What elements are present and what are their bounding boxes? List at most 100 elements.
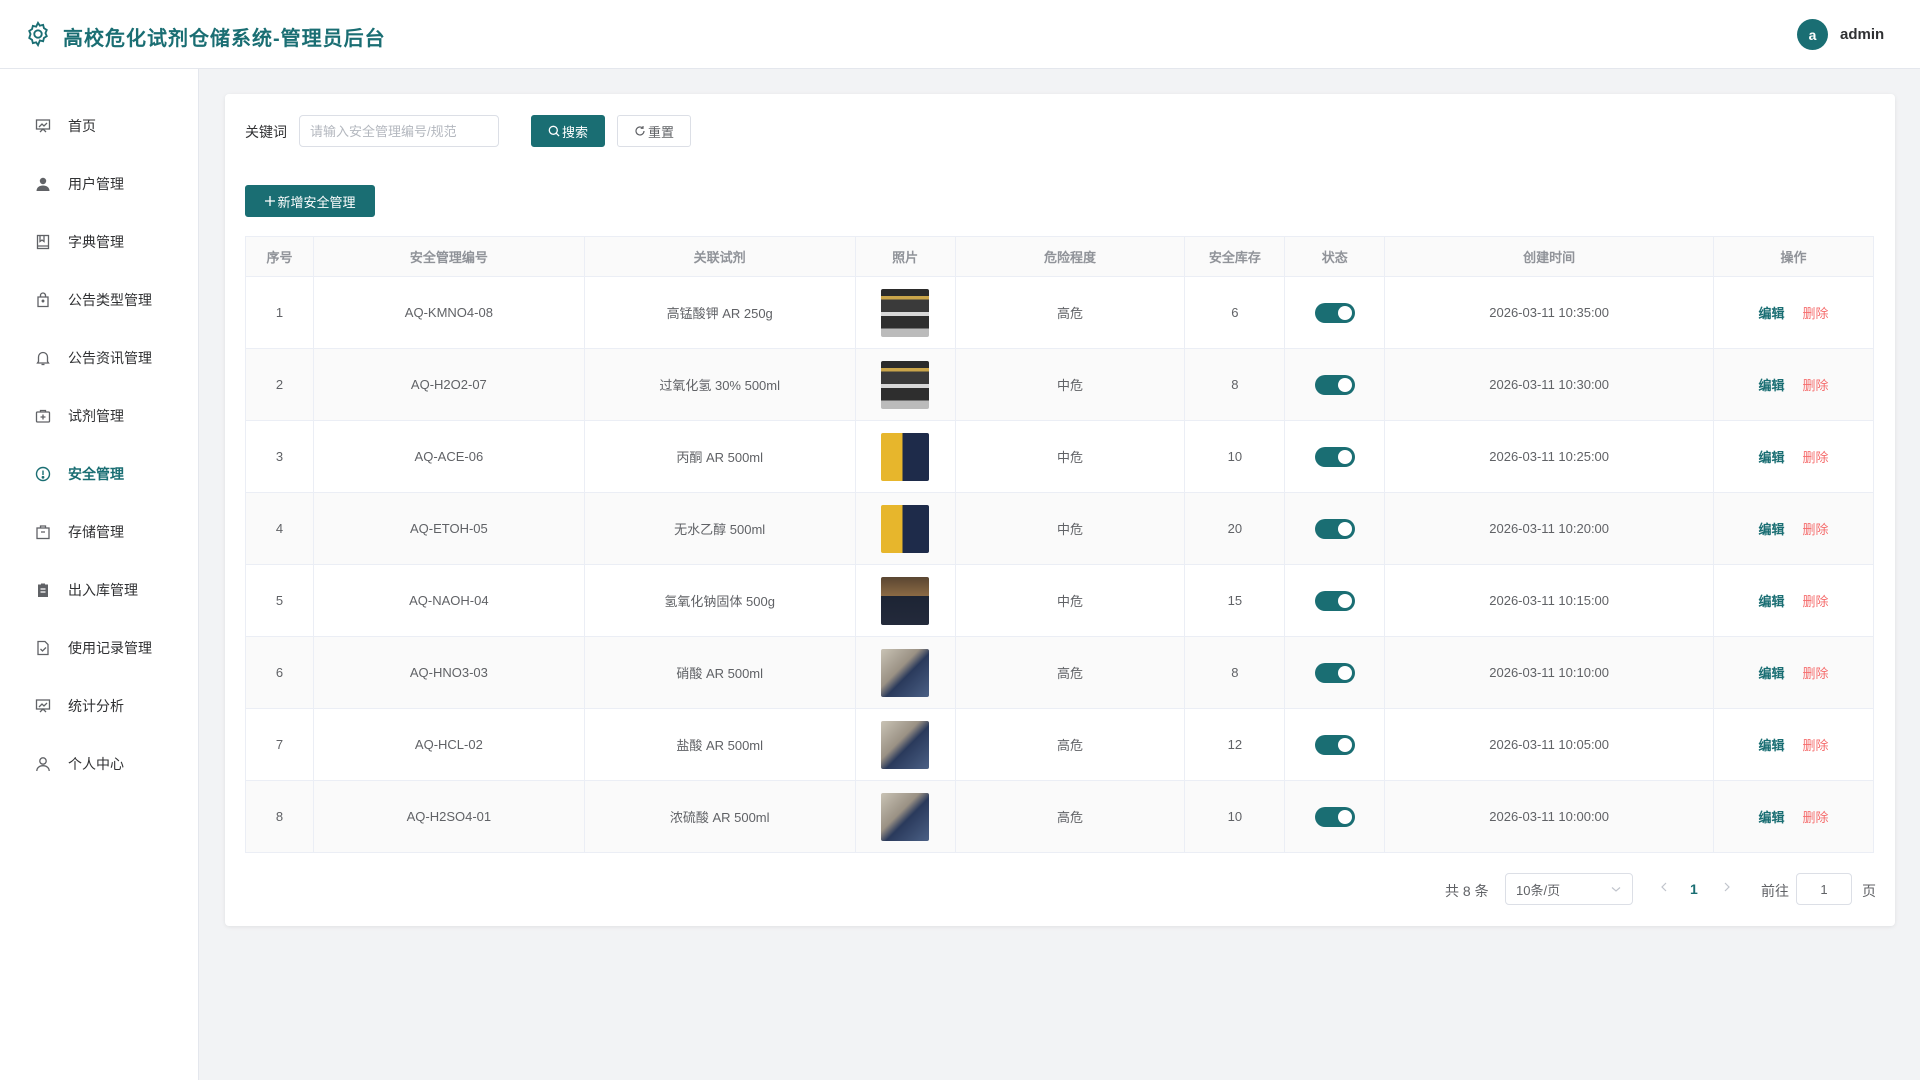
reagent-photo[interactable]	[881, 432, 930, 481]
cell-actions: 编辑 删除	[1713, 348, 1874, 421]
username[interactable]: admin	[1840, 26, 1884, 43]
sidebar-item-notice[interactable]: 公告资讯管理	[0, 329, 199, 387]
cell-actions: 编辑 删除	[1713, 564, 1874, 637]
status-toggle[interactable]	[1314, 374, 1355, 395]
delete-button[interactable]: 删除	[1803, 522, 1829, 537]
cell-status	[1284, 708, 1386, 781]
cell-level: 高危	[954, 276, 1186, 349]
reagent-photo[interactable]	[881, 288, 930, 337]
add-safety-button[interactable]: 新增安全管理	[245, 185, 375, 217]
table-row: 8 AQ-H2SO4-01 浓硫酸 AR 500ml 高危 10 2026-03-11 1…	[245, 780, 1874, 853]
edit-button[interactable]: 编辑	[1759, 306, 1785, 321]
avatar[interactable]: a	[1797, 19, 1828, 50]
delete-button[interactable]: 删除	[1803, 450, 1829, 465]
delete-button[interactable]: 删除	[1803, 666, 1829, 681]
cell-photo	[854, 780, 956, 853]
reset-button[interactable]: 重置	[617, 115, 691, 147]
cell-index: 2	[245, 348, 314, 421]
cell-status	[1284, 348, 1386, 421]
sidebar-item-label: 首页	[68, 118, 96, 134]
status-toggle[interactable]	[1314, 302, 1355, 323]
delete-button[interactable]: 删除	[1803, 378, 1829, 393]
sidebar-item-reagent[interactable]: 试剂管理	[0, 387, 199, 445]
status-toggle[interactable]	[1314, 662, 1355, 683]
cell-level: 中危	[954, 492, 1186, 565]
sidebar: 首页 用户管理 字典管理 公告类型管理 公告资讯管理 试剂管理 安全管理 存储管…	[0, 69, 199, 1080]
gear-icon	[24, 20, 52, 48]
first-aid-icon	[34, 407, 52, 425]
sidebar-item-profile[interactable]: 个人中心	[0, 735, 199, 793]
delete-button[interactable]: 删除	[1803, 738, 1829, 753]
next-page-button[interactable]	[1722, 880, 1736, 898]
cell-code: AQ-H2O2-07	[312, 348, 585, 421]
cell-photo	[854, 492, 956, 565]
cell-actions: 编辑 删除	[1713, 492, 1874, 565]
cell-code: AQ-NAOH-04	[312, 564, 585, 637]
status-toggle[interactable]	[1314, 518, 1355, 539]
cell-reagent: 氢氧化钠固体 500g	[583, 564, 856, 637]
sidebar-item-storage[interactable]: 存储管理	[0, 503, 199, 561]
cell-index: 7	[245, 708, 314, 781]
add-safety-button-label: 新增安全管理	[277, 194, 356, 210]
cell-created: 2026-03-11 10:30:00	[1384, 348, 1715, 421]
sidebar-item-label: 试剂管理	[68, 408, 124, 424]
column-header: 操作	[1713, 236, 1874, 277]
sidebar-item-stats[interactable]: 统计分析	[0, 677, 199, 735]
sidebar-item-home[interactable]: 首页	[0, 97, 199, 155]
sidebar-item-users[interactable]: 用户管理	[0, 155, 199, 213]
table-row: 2 AQ-H2O2-07 过氧化氢 30% 500ml 中危 8 2026-03-11 1…	[245, 348, 1874, 421]
cell-level: 高危	[954, 780, 1186, 853]
keyword-input[interactable]	[299, 115, 499, 147]
reagent-photo[interactable]	[881, 360, 930, 409]
reagent-photo[interactable]	[881, 576, 930, 625]
plus-icon	[265, 196, 276, 206]
edit-button[interactable]: 编辑	[1759, 738, 1785, 753]
reagent-photo[interactable]	[881, 648, 930, 697]
edit-button[interactable]: 编辑	[1759, 810, 1785, 825]
cell-level: 高危	[954, 708, 1186, 781]
cell-status	[1284, 564, 1386, 637]
cell-index: 1	[245, 276, 314, 349]
goto-page-input[interactable]	[1796, 873, 1852, 905]
sidebar-item-label: 使用记录管理	[68, 640, 152, 656]
cell-reagent: 无水乙醇 500ml	[583, 492, 856, 565]
sidebar-item-safety[interactable]: 安全管理	[0, 445, 199, 503]
sidebar-item-inout[interactable]: 出入库管理	[0, 561, 199, 619]
cell-photo	[854, 348, 956, 421]
sidebar-item-notice-type[interactable]: 公告类型管理	[0, 271, 199, 329]
book-icon	[34, 233, 52, 251]
cell-stock: 10	[1184, 420, 1286, 493]
status-toggle[interactable]	[1314, 590, 1355, 611]
status-toggle[interactable]	[1314, 734, 1355, 755]
prev-page-button[interactable]	[1659, 880, 1673, 898]
sidebar-item-usage[interactable]: 使用记录管理	[0, 619, 199, 677]
reagent-photo[interactable]	[881, 720, 930, 769]
sidebar-item-dictionary[interactable]: 字典管理	[0, 213, 199, 271]
column-header: 关联试剂	[583, 236, 856, 277]
reagent-photo[interactable]	[881, 504, 930, 553]
edit-button[interactable]: 编辑	[1759, 666, 1785, 681]
cell-index: 8	[245, 780, 314, 853]
cell-created: 2026-03-11 10:25:00	[1384, 420, 1715, 493]
page-number-current[interactable]: 1	[1690, 881, 1698, 897]
column-header: 状态	[1284, 236, 1386, 277]
delete-button[interactable]: 删除	[1803, 306, 1829, 321]
page-size-select[interactable]: 10条/页	[1505, 873, 1633, 905]
table-header-row: 序号 安全管理编号 关联试剂 照片 危险程度 安全库存 状态 创建时间 操作	[245, 236, 1874, 277]
edit-button[interactable]: 编辑	[1759, 594, 1785, 609]
status-toggle[interactable]	[1314, 806, 1355, 827]
reagent-photo[interactable]	[881, 792, 930, 841]
cell-photo	[854, 564, 956, 637]
search-button[interactable]: 搜索	[531, 115, 605, 147]
edit-button[interactable]: 编辑	[1759, 378, 1785, 393]
edit-button[interactable]: 编辑	[1759, 522, 1785, 537]
status-toggle[interactable]	[1314, 446, 1355, 467]
edit-button[interactable]: 编辑	[1759, 450, 1785, 465]
page-suffix: 页	[1862, 883, 1876, 899]
delete-button[interactable]: 删除	[1803, 810, 1829, 825]
safety-table: 序号 安全管理编号 关联试剂 照片 危险程度 安全库存 状态 创建时间 操作 1…	[245, 236, 1874, 853]
reset-button-label: 重置	[647, 124, 674, 140]
cell-status	[1284, 420, 1386, 493]
delete-button[interactable]: 删除	[1803, 594, 1829, 609]
column-header: 危险程度	[954, 236, 1186, 277]
